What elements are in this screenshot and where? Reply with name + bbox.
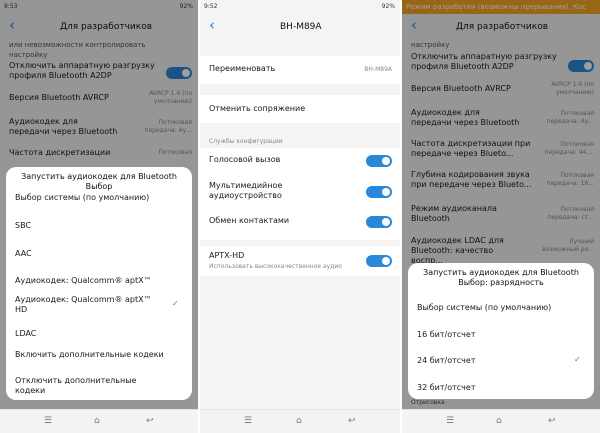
rename-label: Переименовать: [209, 64, 276, 73]
panel-developer-options-right: Режим разработки (возможны прерывания). …: [402, 0, 600, 433]
services-card: Голосовой вызов Мультимедийное аудиоустр…: [200, 148, 400, 240]
service-label: Голосовой вызов: [209, 155, 281, 164]
header: ‹ BH-M89A: [200, 14, 400, 41]
codec-option[interactable]: LDAC: [15, 329, 36, 339]
home-icon[interactable]: ⌂: [296, 416, 302, 426]
page-title: BH-M89A: [280, 22, 322, 32]
service-row-voice[interactable]: Голосовой вызов: [200, 148, 400, 172]
home-icon[interactable]: ⌂: [496, 416, 502, 426]
codec-option[interactable]: Выбор системы (по умолчанию): [15, 193, 185, 203]
navigation-bar: ☰ ⌂ ↩: [402, 409, 600, 433]
back-icon[interactable]: ↩: [348, 416, 356, 426]
aptx-label: APTX-HD: [209, 251, 245, 260]
rename-row[interactable]: Переименовать BH-M89A: [200, 56, 400, 84]
codec-option[interactable]: Отключить дополнительные кодеки: [15, 376, 165, 396]
codec-option[interactable]: Аудиокодек: Qualcomm® aptX™: [15, 276, 175, 286]
check-icon: ✓: [172, 299, 179, 308]
codec-option[interactable]: SBC: [15, 221, 31, 231]
section-header: Службы конфигурации: [209, 138, 283, 145]
bit-depth-option[interactable]: 16 бит/отсчет: [417, 330, 475, 340]
device-name-value: BH-M89A: [364, 66, 392, 73]
aptx-subtitle: Использовать высококачественное аудио: [209, 263, 342, 270]
service-label: Обмен контактами: [209, 216, 290, 225]
service-label: Мультимедийное аудиоустройство: [209, 181, 283, 200]
navigation-bar: ☰ ⌂ ↩: [200, 409, 400, 433]
bit-depth-option[interactable]: 32 бит/отсчет: [417, 383, 475, 393]
unpair-row[interactable]: Отменить сопряжение: [200, 95, 400, 123]
service-row-contacts[interactable]: Обмен контактами: [200, 210, 400, 234]
aptx-hd-toggle[interactable]: [366, 255, 392, 267]
back-icon[interactable]: ↩: [548, 416, 556, 426]
status-time: 9:52: [204, 3, 218, 10]
bit-depth-option-selected[interactable]: 24 бит/отсчет: [417, 356, 475, 366]
codec-option[interactable]: Включить дополнительные кодеки: [15, 350, 165, 360]
panel-developer-options-left: 9:53 92% ‹ Для разработчиков или невозмо…: [0, 0, 198, 433]
status-bar: 9:52 92%: [200, 0, 400, 14]
voice-call-toggle[interactable]: [366, 155, 392, 167]
menu-icon[interactable]: ☰: [446, 416, 454, 426]
back-arrow-icon[interactable]: ‹: [209, 18, 215, 33]
codec-option-selected[interactable]: Аудиокодек: Qualcomm® aptX™ HD: [15, 295, 155, 315]
menu-icon[interactable]: ☰: [244, 416, 252, 426]
panel-bluetooth-device: 9:52 92% ‹ BH-M89A Переименовать BH-M89A…: [200, 0, 400, 433]
status-battery: 92%: [381, 3, 395, 10]
dialog-title: Запустить аудиокодек для Bluetooth Выбор: [21, 172, 177, 191]
contacts-toggle[interactable]: [366, 216, 392, 228]
menu-icon[interactable]: ☰: [44, 416, 52, 426]
bit-depth-option[interactable]: Выбор системы (по умолчанию): [417, 303, 587, 313]
unpair-label: Отменить сопряжение: [209, 104, 306, 113]
check-icon: ✓: [574, 355, 581, 364]
bit-depth-dialog: Запустить аудиокодек для Bluetooth Выбор…: [408, 263, 594, 399]
dialog-title: Запустить аудиокодек для Bluetooth Выбор…: [423, 268, 579, 287]
back-icon[interactable]: ↩: [146, 416, 154, 426]
navigation-bar: ☰ ⌂ ↩: [0, 409, 198, 433]
aptx-row[interactable]: APTX-HD Использовать высококачественное …: [200, 246, 400, 276]
media-audio-toggle[interactable]: [366, 186, 392, 198]
service-row-media[interactable]: Мультимедийное аудиоустройство: [200, 178, 400, 206]
codec-option[interactable]: AAC: [15, 249, 32, 259]
home-icon[interactable]: ⌂: [94, 416, 100, 426]
codec-dialog: Запустить аудиокодек для Bluetooth Выбор…: [6, 167, 192, 400]
